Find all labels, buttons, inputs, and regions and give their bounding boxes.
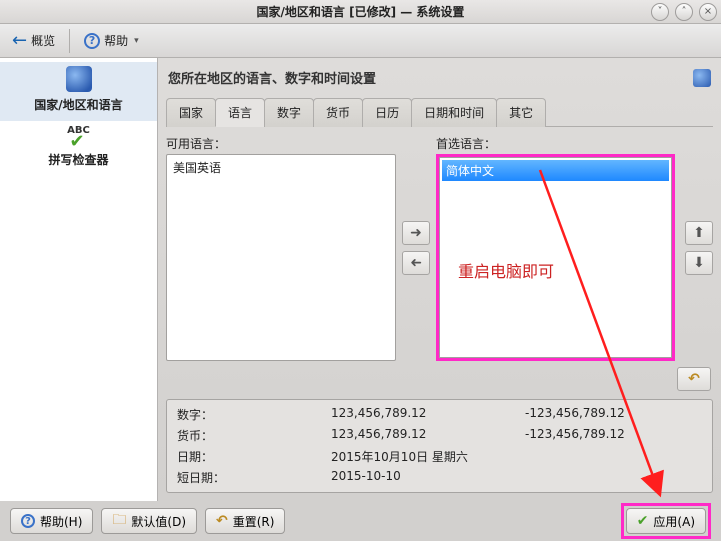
- info-value: [525, 448, 721, 465]
- reset-button[interactable]: ↶ 重置(R): [205, 508, 285, 534]
- available-languages-listbox[interactable]: 美国英语: [166, 154, 396, 361]
- overview-button[interactable]: ← 概览: [6, 26, 61, 55]
- toolbar-separator: [69, 29, 70, 53]
- annotation-text: 重启电脑即可: [458, 258, 554, 282]
- tab-other[interactable]: 其它: [496, 98, 546, 127]
- info-value: 123,456,789.12: [331, 406, 521, 423]
- sidebar-item-locale[interactable]: 国家/地区和语言: [0, 62, 157, 121]
- main-toolbar: ← 概览 ? 帮助 ▾: [0, 24, 721, 58]
- format-preview-panel: 数字： 123,456,789.12 -123,456,789.12 货币： 1…: [166, 399, 713, 493]
- chevron-down-icon: ▾: [134, 36, 139, 46]
- info-label: 数字：: [177, 406, 327, 423]
- info-value: -123,456,789.12: [525, 427, 721, 444]
- reset-icon: ↶: [216, 513, 228, 529]
- preferred-highlight-annotation: 简体中文 重启电脑即可: [436, 154, 675, 361]
- list-item[interactable]: 美国英语: [169, 157, 393, 178]
- globe-icon: [693, 69, 711, 87]
- sidebar-item-label: 国家/地区和语言: [4, 96, 153, 113]
- info-label: 货币：: [177, 427, 327, 444]
- tabstrip: 国家 语言 数字 货币 日历 日期和时间 其它: [166, 97, 713, 127]
- available-languages-label: 可用语言：: [166, 135, 396, 152]
- move-left-button[interactable]: ➜: [402, 251, 430, 275]
- move-up-button[interactable]: ⬆: [685, 221, 713, 245]
- sidebar-item-label: 拼写检查器: [4, 151, 153, 168]
- list-item[interactable]: 简体中文: [442, 160, 669, 181]
- preferred-languages-label: 首选语言：: [436, 135, 675, 152]
- tab-numbers[interactable]: 数字: [264, 98, 314, 127]
- help-label: 帮助: [104, 32, 128, 49]
- info-label: 短日期：: [177, 469, 327, 486]
- window-title: 国家/地区和语言 [已修改] — 系统设置: [0, 3, 721, 20]
- info-value: 2015年10月10日 星期六: [331, 448, 521, 465]
- bottom-button-bar: ? 帮助(H) 🗀 默认值(D) ↶ 重置(R) ✔ 应用(A): [0, 501, 721, 541]
- tab-calendar[interactable]: 日历: [362, 98, 412, 127]
- info-value: 2015-10-10: [331, 469, 521, 486]
- minimize-button[interactable]: ˅: [651, 3, 669, 21]
- info-value: -123,456,789.12: [525, 406, 721, 423]
- main-panel: 您所在地区的语言、数字和时间设置 国家 语言 数字 货币 日历 日期和时间 其它…: [158, 58, 721, 501]
- revert-icon: ↶: [688, 371, 700, 387]
- sidebar: 国家/地区和语言 ABC 拼写检查器: [0, 58, 158, 501]
- help-dropdown-button[interactable]: ? 帮助 ▾: [78, 28, 145, 53]
- sidebar-item-spellcheck[interactable]: ABC 拼写检查器: [0, 121, 157, 176]
- defaults-button[interactable]: 🗀 默认值(D): [101, 508, 197, 534]
- folder-icon: 🗀: [112, 509, 126, 533]
- spellcheck-icon: ABC: [62, 125, 96, 147]
- maximize-button[interactable]: ˄: [675, 3, 693, 21]
- tab-datetime[interactable]: 日期和时间: [411, 98, 497, 127]
- tab-currency[interactable]: 货币: [313, 98, 363, 127]
- help-button[interactable]: ? 帮助(H): [10, 508, 93, 534]
- tab-language[interactable]: 语言: [215, 98, 265, 127]
- tab-country[interactable]: 国家: [166, 98, 216, 127]
- help-icon: ?: [21, 514, 35, 528]
- apply-highlight-annotation: ✔ 应用(A): [621, 503, 711, 539]
- info-value: 123,456,789.12: [331, 427, 521, 444]
- check-icon: ✔: [637, 513, 649, 529]
- info-label: 日期：: [177, 448, 327, 465]
- globe-icon: [66, 66, 92, 92]
- page-title: 您所在地区的语言、数字和时间设置: [168, 68, 376, 87]
- move-right-button[interactable]: ➜: [402, 221, 430, 245]
- overview-label: 概览: [31, 32, 55, 49]
- revert-button[interactable]: ↶: [677, 367, 711, 391]
- info-value: [525, 469, 721, 486]
- move-down-button[interactable]: ⬇: [685, 251, 713, 275]
- help-icon: ?: [84, 33, 100, 49]
- preferred-languages-listbox[interactable]: 简体中文 重启电脑即可: [439, 157, 672, 358]
- titlebar: 国家/地区和语言 [已修改] — 系统设置 ˅ ˄ ×: [0, 0, 721, 24]
- apply-button[interactable]: ✔ 应用(A): [626, 508, 706, 534]
- back-arrow-icon: ←: [12, 30, 27, 51]
- close-button[interactable]: ×: [699, 3, 717, 21]
